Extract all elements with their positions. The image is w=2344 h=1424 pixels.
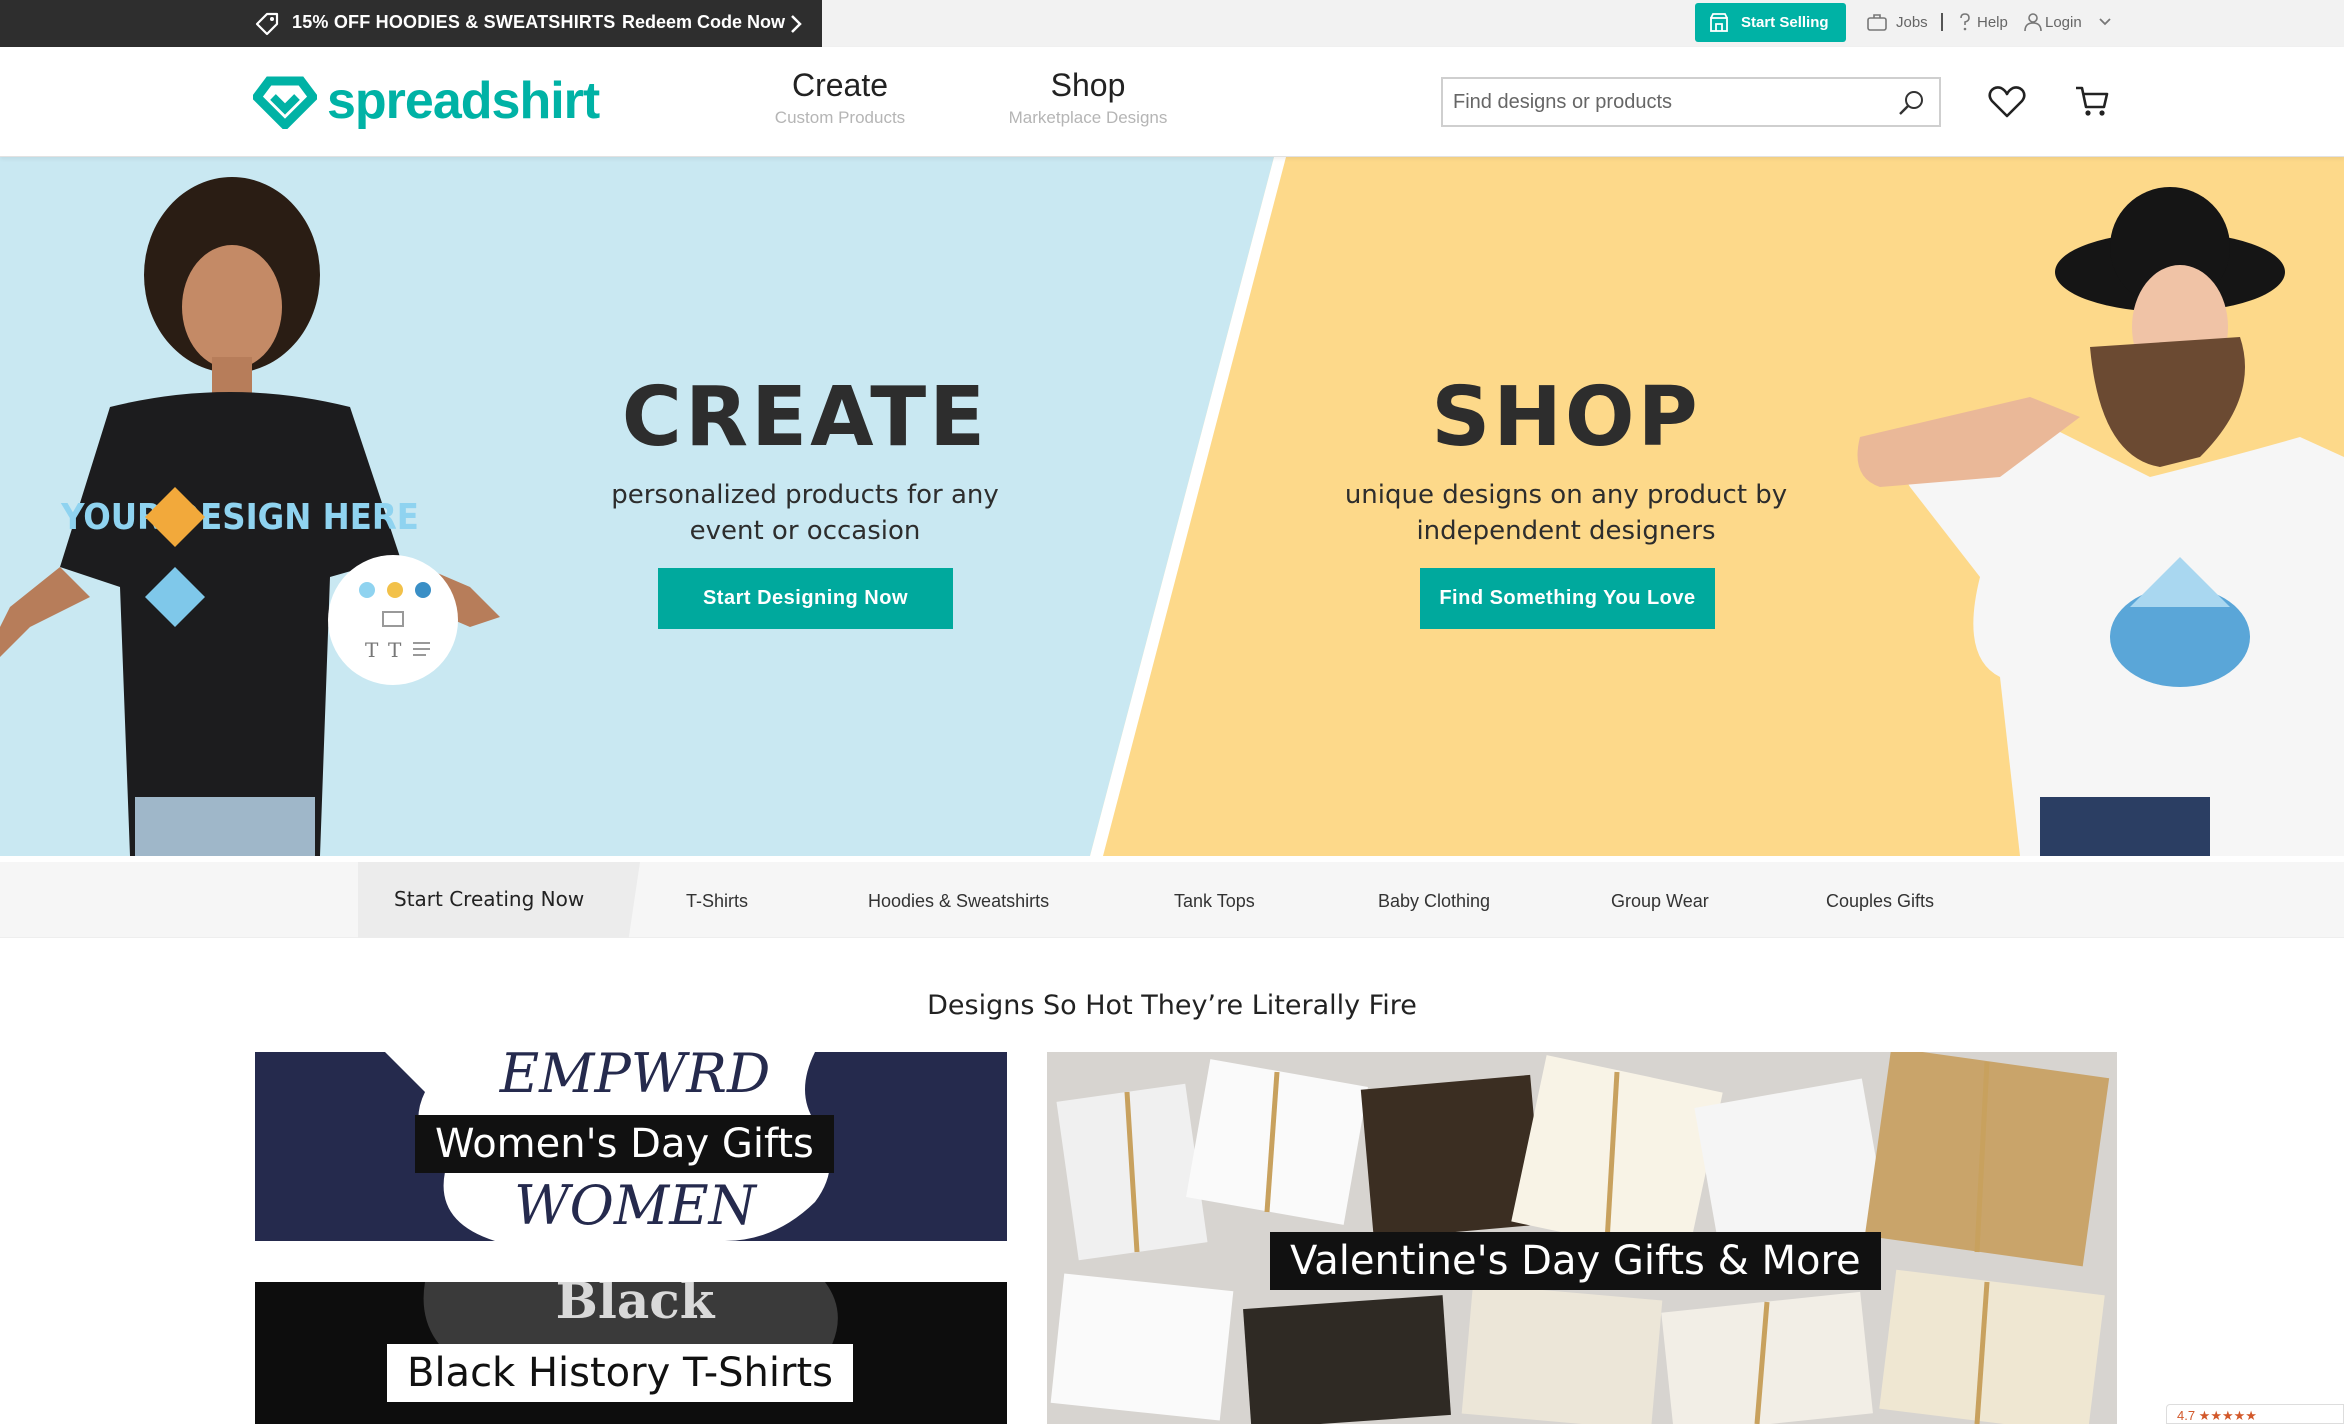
shirt-design-text: YOUR DESIGN HERE: [60, 497, 419, 538]
briefcase-icon: [1867, 14, 1887, 31]
shop-subtitle: unique designs on any product by indepen…: [1266, 477, 1866, 549]
category-baby-clothing[interactable]: Baby Clothing: [1378, 891, 1490, 912]
login-link[interactable]: Login: [2045, 14, 2082, 31]
design-editor-bubble: T T: [328, 555, 458, 685]
section-title: Designs So Hot They’re Literally Fire: [927, 990, 1417, 1021]
start-designing-button[interactable]: Start Designing Now: [658, 568, 953, 629]
category-group-wear[interactable]: Group Wear: [1611, 891, 1709, 912]
hero-banner: YOUR DESIGN HERE T T CREATE personalized…: [0, 157, 2344, 856]
nav-create[interactable]: Create Custom Products: [760, 67, 920, 128]
svg-text:T: T: [365, 638, 379, 662]
create-subtitle-line-2: event or occasion: [689, 516, 921, 546]
search-icon[interactable]: [1897, 89, 1925, 117]
jobs-link[interactable]: Jobs: [1896, 14, 1928, 31]
site-header: spreadshirt Create Custom Products Shop …: [0, 47, 2344, 157]
svg-text:EMPWRD: EMPWRD: [499, 1052, 771, 1105]
shop-subtitle-line-1: unique designs on any product by: [1344, 480, 1788, 510]
utility-bar: 15% OFF HOODIES & SWEATSHIRTS Redeem Cod…: [0, 0, 2344, 47]
create-subtitle: personalized products for any event or o…: [505, 477, 1105, 549]
svg-text:WOMEN: WOMEN: [514, 1174, 757, 1237]
chevron-down-icon[interactable]: [2094, 11, 2116, 33]
category-nav: Start Creating Now T-Shirts Hoodies & Sw…: [0, 862, 2344, 938]
logo-heart-icon[interactable]: [253, 73, 317, 129]
nav-create-title: Create: [791, 67, 889, 103]
promo-label-valentines: Valentine's Day Gifts & More: [1270, 1232, 1881, 1290]
search-input[interactable]: [1453, 87, 1883, 117]
start-selling-button[interactable]: Start Selling: [1695, 3, 1846, 42]
redeem-code-link[interactable]: Redeem Code Now: [622, 12, 785, 33]
shop-icon: [1710, 13, 1728, 32]
shop-subtitle-line-2: independent designers: [1416, 516, 1716, 546]
shop-heading: SHOP: [1431, 370, 1701, 465]
heart-icon[interactable]: [1988, 85, 2026, 119]
promo-tile-valentines[interactable]: Valentine's Day Gifts & More: [1047, 1052, 2117, 1424]
promo-tile-black-history[interactable]: Black Love · Smart · Proud Black History…: [255, 1282, 1007, 1424]
category-tshirts[interactable]: T-Shirts: [686, 891, 748, 912]
price-tag-icon: [255, 12, 279, 36]
category-tank-tops[interactable]: Tank Tops: [1174, 891, 1255, 912]
svg-text:T: T: [388, 638, 402, 662]
logo-wordmark[interactable]: spreadshirt: [327, 71, 600, 131]
nav-create-subtitle: Custom Products: [774, 108, 906, 127]
create-subtitle-line-1: personalized products for any: [611, 480, 999, 510]
start-selling-label: Start Selling: [1741, 14, 1829, 31]
user-icon: [2024, 13, 2042, 32]
find-something-button[interactable]: Find Something You Love: [1420, 568, 1715, 629]
nav-shop-subtitle: Marketplace Designs: [1008, 108, 1168, 127]
chevron-right-icon: [791, 15, 802, 33]
nav-shop-title: Shop: [1050, 67, 1126, 103]
create-heading: CREATE: [621, 370, 989, 465]
promo-label-black-history: Black History T-Shirts: [387, 1344, 853, 1402]
category-hoodies[interactable]: Hoodies & Sweatshirts: [868, 891, 1049, 912]
svg-text:Black: Black: [556, 1282, 716, 1330]
search-box: [1441, 77, 1941, 127]
promo-label-womens-day: Women's Day Gifts: [415, 1115, 834, 1173]
promo-banner[interactable]: 15% OFF HOODIES & SWEATSHIRTS Redeem Cod…: [0, 0, 822, 47]
hero-background: YOUR DESIGN HERE T T: [0, 157, 2344, 856]
divider: [1941, 13, 1943, 31]
category-couples-gifts[interactable]: Couples Gifts: [1826, 891, 1934, 912]
start-creating-tab[interactable]: Start Creating Now: [358, 862, 640, 938]
start-creating-label: Start Creating Now: [394, 887, 585, 911]
rating-badge[interactable]: 4.7 ★★★★★: [2166, 1404, 2344, 1424]
nav-shop[interactable]: Shop Marketplace Designs: [990, 67, 1186, 128]
promo-text: 15% OFF HOODIES & SWEATSHIRTS: [292, 12, 616, 32]
help-link[interactable]: Help: [1977, 14, 2008, 31]
cart-icon[interactable]: [2074, 83, 2110, 119]
promo-tile-womens-day[interactable]: EMPWRD WOMEN Women's Day Gifts: [255, 1052, 1007, 1241]
question-icon: [1960, 13, 1970, 31]
